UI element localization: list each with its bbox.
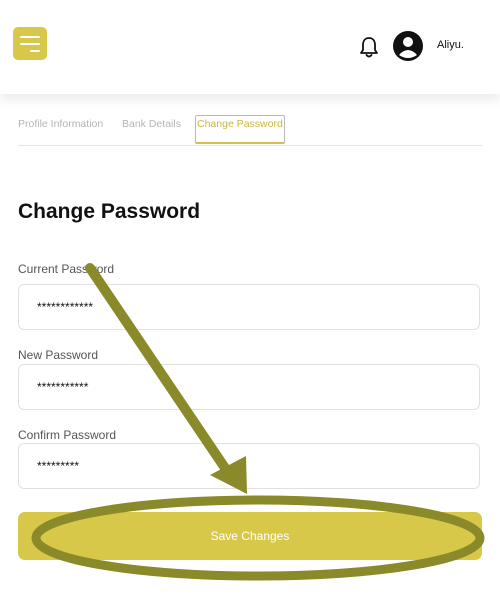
save-changes-button[interactable]: Save Changes — [18, 512, 482, 560]
app-header: Aliyu. — [0, 0, 500, 94]
page-title: Change Password — [18, 200, 201, 223]
user-avatar-icon[interactable] — [393, 31, 423, 61]
tab-bank-details[interactable]: Bank Details — [122, 118, 181, 130]
confirm-password-label: Confirm Password — [18, 428, 117, 442]
menu-bar-icon — [30, 50, 40, 52]
username-label[interactable]: Aliyu. — [437, 39, 464, 51]
menu-bar-icon — [20, 36, 40, 38]
current-password-input[interactable] — [18, 284, 480, 330]
hamburger-menu-button[interactable] — [13, 27, 47, 60]
tab-change-password[interactable]: Change Password — [195, 115, 285, 144]
menu-bar-icon — [20, 43, 40, 45]
tab-profile-information[interactable]: Profile Information — [18, 118, 103, 130]
new-password-label: New Password — [18, 348, 99, 362]
current-password-label: Current Password — [18, 262, 115, 276]
profile-tabs: Profile Information Bank Details Change … — [18, 115, 482, 146]
confirm-password-input[interactable] — [18, 443, 480, 489]
new-password-input[interactable] — [18, 364, 480, 410]
bell-icon[interactable] — [358, 35, 380, 59]
